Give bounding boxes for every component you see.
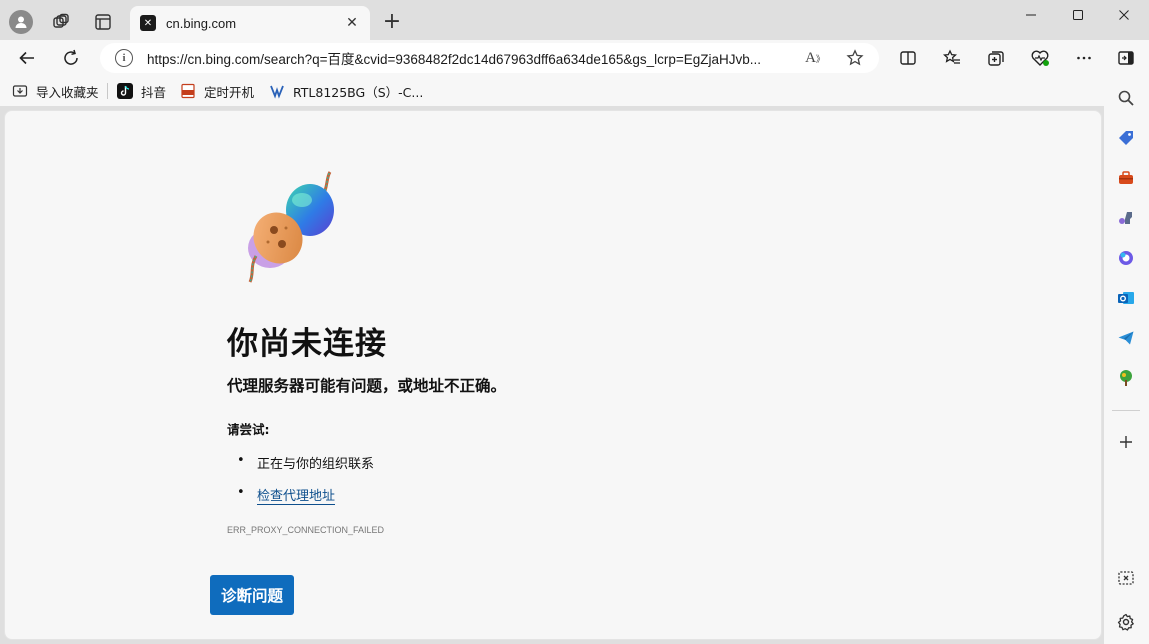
active-tab[interactable]: ✕ cn.bing.com ✕ xyxy=(130,6,370,40)
bookmark-label: 定时开机 xyxy=(204,84,255,100)
outlook-icon[interactable] xyxy=(1116,288,1136,308)
copilot-icon[interactable] xyxy=(1116,248,1136,268)
tab-strip: ✕ cn.bing.com ✕ + xyxy=(0,0,1149,40)
diagnose-button[interactable]: 诊断问题 xyxy=(210,575,294,615)
try-label: 请尝试: xyxy=(227,422,270,437)
tab-close-icon[interactable]: ✕ xyxy=(342,13,362,33)
profile-avatar[interactable] xyxy=(9,10,33,34)
import-favorites-icon xyxy=(12,83,28,99)
suggestion-contact-org: 正在与你的组织联系 xyxy=(257,457,375,472)
tree-icon[interactable] xyxy=(1116,368,1136,388)
favorites-icon[interactable] xyxy=(940,46,964,70)
tab-title: cn.bing.com xyxy=(166,15,237,31)
favorite-star-icon[interactable] xyxy=(844,48,866,68)
bookmark-label: 抖音 xyxy=(141,84,167,100)
sidebar-toggle-icon[interactable] xyxy=(1114,46,1138,70)
add-sidebar-app-icon[interactable] xyxy=(1116,432,1136,452)
browser-essentials-icon[interactable] xyxy=(1028,46,1052,70)
toolbar: i https://cn.bing.com/search?q=百度&cvid=9… xyxy=(0,40,1149,76)
url-text[interactable]: https://cn.bing.com/search?q=百度&cvid=936… xyxy=(147,48,787,68)
error-page xyxy=(4,110,1102,640)
disconnected-plug-illustration xyxy=(240,170,340,289)
person-icon xyxy=(15,16,27,28)
back-button[interactable] xyxy=(13,44,41,72)
vertical-tabs-icon[interactable] xyxy=(89,8,117,36)
maximize-icon xyxy=(1073,10,1083,20)
refresh-button[interactable] xyxy=(57,44,85,72)
read-aloud-icon[interactable]: A 》 xyxy=(804,48,826,68)
split-screen-icon[interactable] xyxy=(896,46,920,70)
error-title: 你尚未连接 xyxy=(227,326,387,362)
sidebar-separator xyxy=(1112,410,1140,411)
close-window-button[interactable] xyxy=(1101,4,1147,26)
new-tab-button[interactable]: + xyxy=(380,9,404,34)
send-telegram-icon[interactable] xyxy=(1116,328,1136,348)
broken-page-icon: ✕ xyxy=(140,15,156,31)
bookmark-scheduled-boot[interactable]: 定时开机 xyxy=(180,82,254,100)
favorites-bar: 导入收藏夹 抖音 定时开机 RTL8125BG（S）-C... xyxy=(0,76,1149,106)
error-subtitle: 代理服务器可能有问题，或地址不正确。 xyxy=(227,377,507,395)
bullet-dot: • xyxy=(237,485,245,500)
bookmark-rtl8125bg[interactable]: RTL8125BG（S）-C... xyxy=(269,82,423,100)
screenshot-icon[interactable] xyxy=(1116,568,1136,588)
more-options-icon[interactable] xyxy=(1072,46,1096,70)
bookmark-separator xyxy=(107,83,108,99)
search-icon[interactable] xyxy=(1116,88,1136,108)
minimize-icon xyxy=(1026,14,1036,16)
bullet-dot: • xyxy=(237,453,245,468)
minimize-button[interactable] xyxy=(1008,4,1054,26)
close-icon xyxy=(1119,10,1129,20)
bookmark-douyin[interactable]: 抖音 xyxy=(117,82,166,100)
check-proxy-link[interactable]: 检查代理地址 xyxy=(257,485,336,505)
tools-icon[interactable] xyxy=(1116,168,1136,188)
back-arrow-icon xyxy=(19,51,34,65)
check-proxy-link-text[interactable]: 检查代理地址 xyxy=(257,489,336,505)
realtek-icon xyxy=(269,83,285,99)
address-bar[interactable]: i https://cn.bing.com/search?q=百度&cvid=9… xyxy=(100,43,879,73)
shopping-tag-icon[interactable] xyxy=(1116,128,1136,148)
bookmark-label: 导入收藏夹 xyxy=(36,84,99,100)
edge-sidebar xyxy=(1104,76,1149,644)
bookmark-label: RTL8125BG（S）-C... xyxy=(293,84,424,100)
bookmark-import-favorites[interactable]: 导入收藏夹 xyxy=(12,82,99,100)
pdf-icon xyxy=(180,83,196,99)
settings-gear-icon[interactable] xyxy=(1116,612,1136,632)
workspaces-icon[interactable] xyxy=(47,8,75,36)
maximize-button[interactable] xyxy=(1055,4,1101,26)
collections-icon[interactable] xyxy=(984,46,1008,70)
info-icon[interactable]: i xyxy=(115,49,133,67)
douyin-icon xyxy=(117,83,133,99)
refresh-icon xyxy=(64,49,78,65)
error-code: ERR_PROXY_CONNECTION_FAILED xyxy=(227,525,385,535)
games-icon[interactable] xyxy=(1116,208,1136,228)
